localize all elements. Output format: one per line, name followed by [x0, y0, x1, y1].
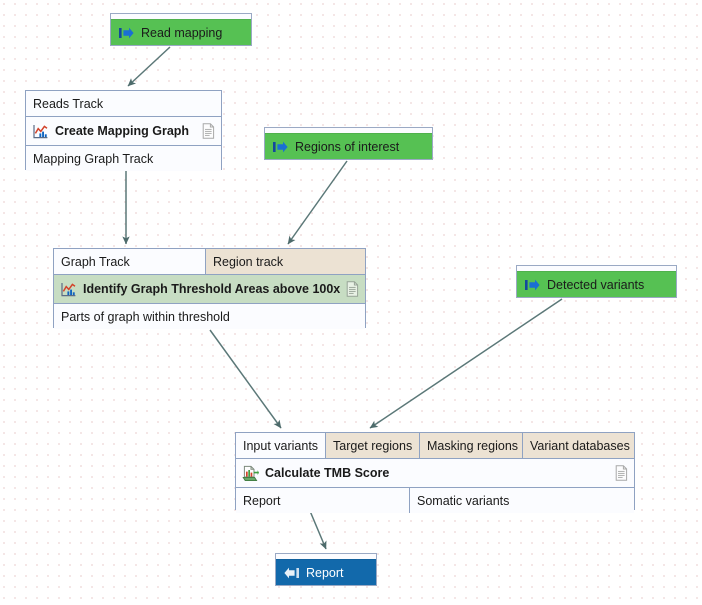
port-variant-databases-label: Variant databases [530, 438, 630, 453]
identify-threshold-title-label: Identify Graph Threshold Areas above 100… [83, 282, 341, 296]
calculate-tmb-title[interactable]: Calculate TMB Score [236, 459, 634, 487]
port-mapping-graph-track-label: Mapping Graph Track [33, 151, 154, 166]
port-input-variants[interactable]: Input variants [236, 433, 326, 458]
workflow-canvas[interactable]: Read mapping Reads Track Create Mapping … [0, 0, 702, 605]
input-arrow-icon [525, 279, 540, 290]
regions-of-interest-label: Regions of interest [295, 139, 400, 154]
document-icon [615, 465, 628, 481]
port-input-variants-label: Input variants [243, 438, 319, 453]
create-mapping-graph-outputs: Mapping Graph Track [26, 145, 221, 171]
identify-threshold-inputs: Graph Track Region track [54, 249, 365, 275]
connector-read-mapping-to-reads-track [127, 46, 171, 87]
port-region-track[interactable]: Region track [206, 249, 365, 274]
node-report-output[interactable]: Report [275, 553, 377, 586]
create-mapping-graph-title[interactable]: Create Mapping Graph [26, 117, 221, 145]
report-output-label: Report [306, 565, 344, 580]
port-report-label: Report [243, 493, 281, 508]
node-create-mapping-graph[interactable]: Reads Track Create Mapping Graph Mapping… [25, 90, 222, 171]
port-graph-track[interactable]: Graph Track [54, 249, 206, 274]
port-report[interactable]: Report [236, 488, 410, 513]
connector-threshold-to-input-variants [209, 329, 282, 429]
port-graph-track-label: Graph Track [61, 254, 130, 269]
detected-variants-label: Detected variants [547, 277, 645, 292]
port-reads-track[interactable]: Reads Track [26, 91, 221, 116]
port-somatic-variants[interactable]: Somatic variants [410, 488, 634, 513]
create-mapping-graph-inputs: Reads Track [26, 91, 221, 117]
port-target-regions-label: Target regions [333, 438, 413, 453]
node-detected-variants[interactable]: Detected variants [516, 265, 677, 298]
calculate-tmb-outputs: Report Somatic variants [236, 487, 634, 513]
connector-regions-to-region-track [287, 160, 348, 245]
port-parts-of-graph-label: Parts of graph within threshold [61, 309, 230, 324]
input-arrow-icon [273, 141, 288, 152]
connector-detected-variants-to-target [369, 298, 563, 429]
line-bar-chart-icon [61, 282, 76, 296]
read-mapping-label: Read mapping [141, 25, 223, 40]
regions-of-interest-bar[interactable]: Regions of interest [265, 133, 432, 159]
port-mapping-graph-track[interactable]: Mapping Graph Track [26, 146, 221, 171]
detected-variants-bar[interactable]: Detected variants [517, 271, 676, 297]
tmb-export-icon [242, 465, 259, 481]
node-read-mapping[interactable]: Read mapping [110, 13, 252, 46]
calculate-tmb-title-label: Calculate TMB Score [265, 466, 390, 480]
node-regions-of-interest[interactable]: Regions of interest [264, 127, 433, 160]
port-variant-databases[interactable]: Variant databases [523, 433, 634, 458]
document-icon [346, 281, 359, 297]
calculate-tmb-inputs: Input variants Target regions Masking re… [236, 433, 634, 459]
port-target-regions[interactable]: Target regions [326, 433, 420, 458]
read-mapping-bar[interactable]: Read mapping [111, 19, 251, 45]
node-calculate-tmb-score[interactable]: Input variants Target regions Masking re… [235, 432, 635, 513]
document-icon [202, 123, 215, 139]
port-parts-of-graph-within-threshold[interactable]: Parts of graph within threshold [54, 304, 365, 329]
port-reads-track-label: Reads Track [33, 96, 104, 111]
identify-threshold-outputs: Parts of graph within threshold [54, 303, 365, 329]
identify-threshold-title[interactable]: Identify Graph Threshold Areas above 100… [54, 275, 365, 303]
port-masking-regions-label: Masking regions [427, 438, 519, 453]
output-arrow-icon [284, 567, 299, 578]
port-somatic-variants-label: Somatic variants [417, 493, 510, 508]
create-mapping-graph-title-label: Create Mapping Graph [55, 124, 190, 138]
connector-report-port-to-report-output [309, 510, 327, 550]
port-masking-regions[interactable]: Masking regions [420, 433, 523, 458]
port-region-track-label: Region track [213, 254, 284, 269]
line-bar-chart-icon [33, 124, 48, 138]
node-identify-graph-threshold-areas[interactable]: Graph Track Region track Identify Graph … [53, 248, 366, 329]
input-arrow-icon [119, 27, 134, 38]
report-output-bar[interactable]: Report [276, 559, 376, 585]
